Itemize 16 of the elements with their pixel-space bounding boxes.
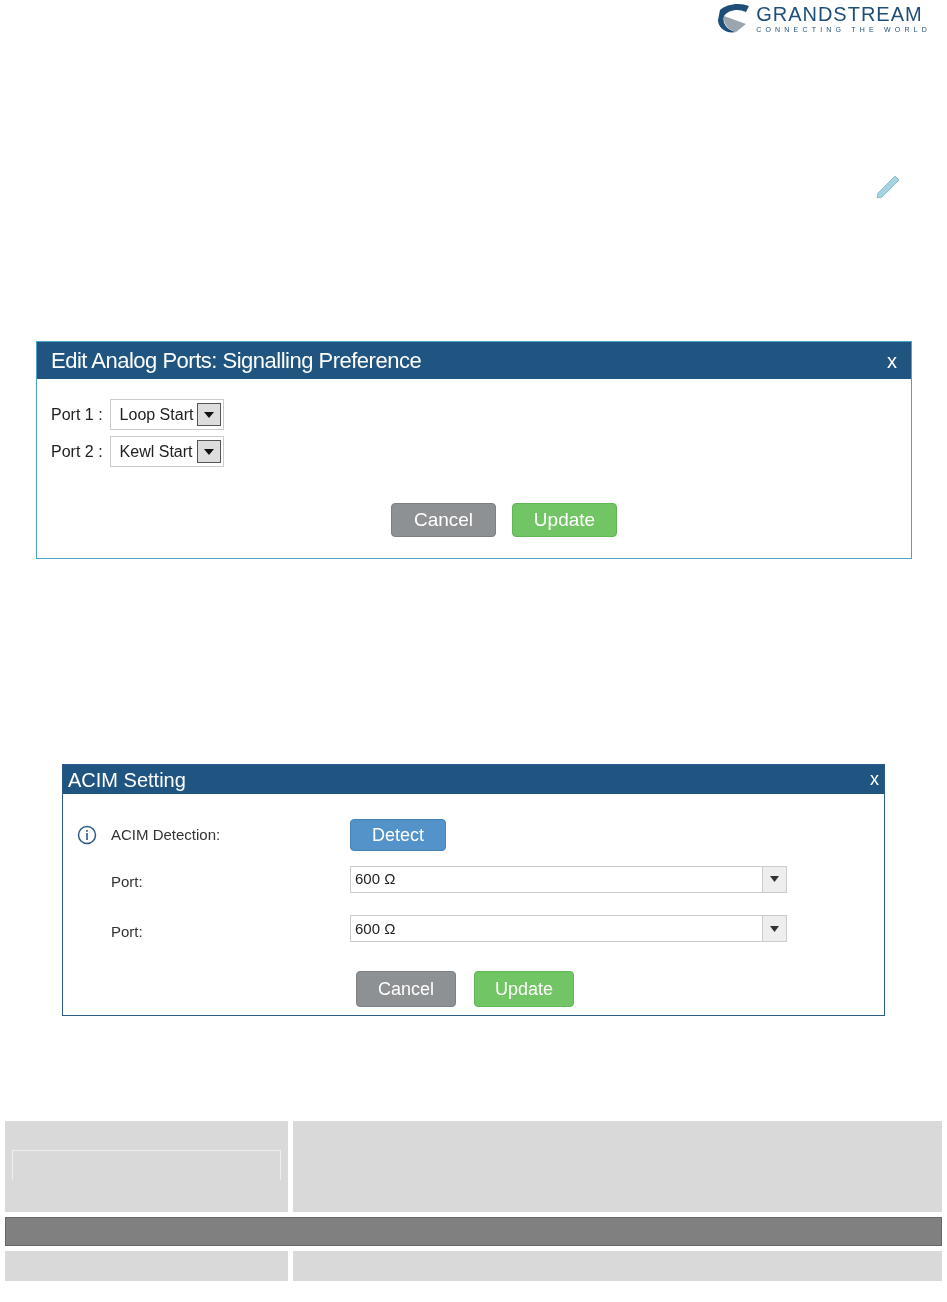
- port-select[interactable]: Loop Start: [109, 399, 225, 430]
- pencil-icon[interactable]: [875, 174, 901, 200]
- close-button[interactable]: x: [887, 345, 897, 376]
- port-label: Port:: [111, 921, 144, 942]
- port-label: Port 1 :: [51, 404, 103, 425]
- port-select[interactable]: Kewl Start: [109, 436, 224, 467]
- logo-name: GRANDSTREAM: [756, 3, 924, 25]
- port-select[interactable]: 600 Ω: [350, 865, 787, 893]
- dialog-title: ACIM Setting: [68, 767, 186, 793]
- dialog-title: Edit Analog Ports: Signalling Preference: [51, 347, 422, 375]
- port-select[interactable]: 600 Ω: [350, 915, 787, 943]
- info-icon: [77, 825, 97, 845]
- detection-label: ACIM Detection:: [111, 824, 222, 845]
- close-button[interactable]: x: [870, 766, 879, 793]
- port-label: Port 2 :: [51, 441, 103, 462]
- port-label: Port:: [111, 872, 144, 892]
